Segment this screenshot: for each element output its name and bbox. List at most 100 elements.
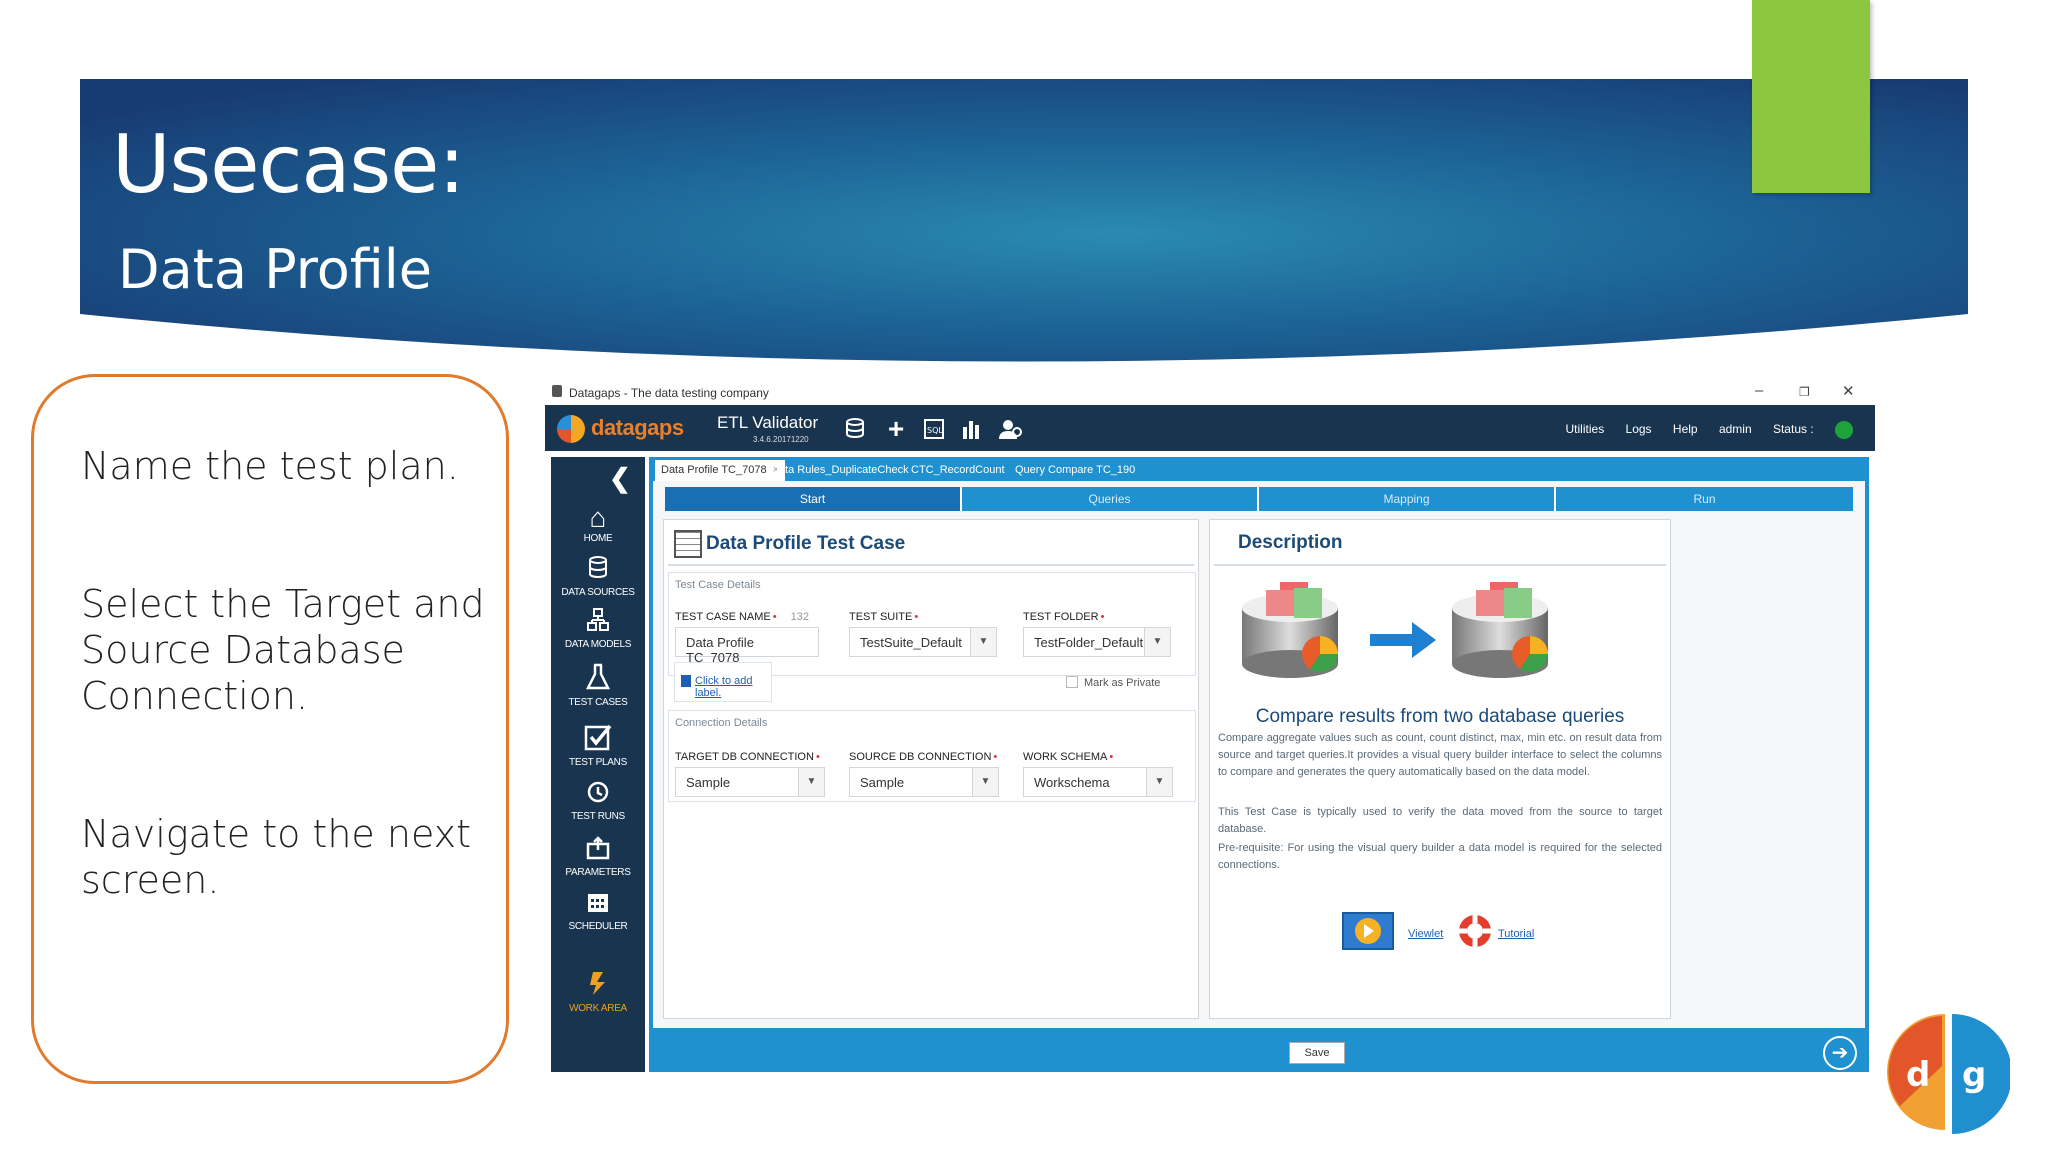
- window-title: Datagaps - The data testing company: [569, 386, 769, 400]
- test-suite-label: TEST SUITE •: [849, 611, 919, 623]
- slide-title: Usecase:: [112, 118, 465, 211]
- save-button[interactable]: Save: [1289, 1042, 1345, 1064]
- test-folder-select[interactable]: TestFolder_Default ▼: [1023, 627, 1171, 657]
- chevron-down-icon: ▼: [1144, 628, 1170, 656]
- step-queries[interactable]: Queries: [962, 487, 1259, 511]
- viewlet-link[interactable]: Viewlet: [1408, 928, 1443, 940]
- main-area: Data Profile TC_7078 × Data Rules_Duplica…: [649, 457, 1869, 1072]
- chevron-down-icon: ▼: [970, 628, 996, 656]
- mark-private-label: Mark as Private: [1084, 677, 1161, 689]
- product-version: 3.4.6.20171220: [753, 435, 809, 444]
- wizard-steps: Start Queries Mapping Run: [665, 487, 1853, 511]
- plus-icon[interactable]: +: [883, 415, 909, 443]
- sql-icon[interactable]: SQL: [921, 417, 947, 441]
- etl-validator-window: Datagaps - The data testing company – ❐ …: [545, 379, 1875, 1072]
- chevron-down-icon: ▼: [972, 768, 998, 796]
- viewlet-play-icon[interactable]: [1342, 912, 1394, 950]
- home-icon: ⌂: [589, 502, 607, 533]
- sidebar-item-test-plans[interactable]: TEST PLANS: [551, 723, 645, 768]
- description-heading: Description: [1238, 532, 1343, 553]
- table-icon: [674, 530, 702, 558]
- sidebar-item-parameters[interactable]: PARAMETERS: [551, 835, 645, 878]
- svg-text:SQL: SQL: [927, 426, 943, 435]
- sidebar-item-test-cases[interactable]: TEST CASES: [551, 663, 645, 708]
- step-run[interactable]: Run: [1556, 487, 1853, 511]
- user-menu[interactable]: admin: [1719, 422, 1752, 436]
- target-db-label: TARGET DB CONNECTION •: [675, 751, 820, 763]
- test-folder-label: TEST FOLDER •: [1023, 611, 1105, 623]
- product-name: ETL Validator: [717, 413, 819, 432]
- parameters-icon: [551, 835, 645, 867]
- datagaps-brand-logo: d g: [1887, 1014, 2010, 1134]
- svg-text:d: d: [1906, 1055, 1930, 1095]
- sidebar-item-scheduler[interactable]: SCHEDULER: [551, 889, 645, 932]
- app-icon: [552, 385, 562, 397]
- checkbox-icon: [551, 723, 645, 757]
- help-link[interactable]: Help: [1673, 422, 1698, 436]
- brand-logo: datagaps: [591, 415, 684, 440]
- collapse-sidebar-icon[interactable]: ❮: [609, 463, 631, 494]
- minimize-button[interactable]: –: [1755, 382, 1763, 399]
- workarea-icon: [551, 969, 645, 1003]
- model-icon: [551, 607, 645, 639]
- step-mapping[interactable]: Mapping: [1259, 487, 1556, 511]
- logs-link[interactable]: Logs: [1626, 422, 1652, 436]
- slide-subtitle: Data Profile: [118, 238, 433, 301]
- description-paragraph-3: Pre-requisite: For using the visual quer…: [1218, 842, 1662, 871]
- test-case-name-label: TEST CASE NAME • 132: [675, 611, 809, 623]
- sidebar-item-data-sources[interactable]: DATA SOURCES: [551, 555, 645, 598]
- tag-icon: [681, 675, 691, 687]
- connection-details: Connection Details TARGET DB CONNECTION •…: [668, 710, 1196, 802]
- work-schema-label: WORK SCHEMA •: [1023, 751, 1114, 763]
- header-links: Utilities Logs Help admin Status :: [1548, 421, 1853, 439]
- description-subtitle: Compare results from two database querie…: [1255, 706, 1625, 727]
- work-schema-select[interactable]: Workschema ▼: [1023, 767, 1173, 797]
- instruction-2: Select the Target and Source Database Co…: [81, 582, 485, 718]
- description-paragraph-1: Compare aggregate values such as count, …: [1218, 732, 1662, 778]
- tab-data-rules[interactable]: Data Rules_DuplicateCheck: [765, 460, 915, 481]
- source-db-select[interactable]: Sample ▼: [849, 767, 999, 797]
- instructions-callout: Name the test plan. Select the Target an…: [31, 374, 509, 1084]
- sidebar-item-home[interactable]: ⌂ HOME: [551, 502, 645, 545]
- status-indicator: [1835, 421, 1853, 439]
- instruction-3: Navigate to the next screen.: [81, 812, 472, 902]
- description-paragraph-2: This Test Case is typically used to veri…: [1218, 806, 1662, 835]
- test-suite-select[interactable]: TestSuite_Default ▼: [849, 627, 997, 657]
- database-icon[interactable]: [843, 417, 869, 441]
- restore-button[interactable]: ❐: [1799, 385, 1810, 399]
- mark-private-checkbox[interactable]: [1066, 676, 1078, 688]
- calendar-icon: [551, 889, 645, 921]
- datagaps-logo-icon: [557, 415, 585, 443]
- tab-ctc-recordcount[interactable]: CTC_RecordCount: [905, 460, 1011, 481]
- lifebuoy-icon[interactable]: [1456, 912, 1494, 955]
- database-icon: [551, 555, 645, 587]
- sidebar-item-work-area[interactable]: WORK AREA: [551, 969, 645, 1014]
- slide: Usecase: Data Profile Name the test plan…: [0, 0, 2048, 1152]
- test-case-name-input[interactable]: Data Profile TC_7078: [675, 627, 819, 665]
- history-icon: [551, 779, 645, 811]
- step-start[interactable]: Start: [665, 487, 962, 511]
- sidebar-item-test-runs[interactable]: TEST RUNS: [551, 779, 645, 822]
- chart-icon[interactable]: [959, 417, 985, 441]
- chevron-down-icon: ▼: [1146, 768, 1172, 796]
- accent-tab: [1752, 0, 1870, 193]
- add-label-link[interactable]: Click to add label.: [695, 675, 771, 699]
- tab-query-compare[interactable]: Query Compare TC_190: [1009, 460, 1141, 481]
- utilities-link[interactable]: Utilities: [1566, 422, 1605, 436]
- target-db-select[interactable]: Sample ▼: [675, 767, 825, 797]
- test-case-panel: Data Profile Test Case Test Case Details…: [663, 519, 1199, 1019]
- flask-icon: [551, 663, 645, 697]
- database-compare-illustration: [1242, 582, 1548, 678]
- close-button[interactable]: ✕: [1842, 382, 1855, 400]
- sidebar-item-data-models[interactable]: DATA MODELS: [551, 607, 645, 650]
- status-label: Status :: [1772, 422, 1814, 437]
- instruction-1: Name the test plan.: [81, 444, 459, 488]
- document-tabs: Data Profile TC_7078 × Data Rules_Duplica…: [653, 457, 1865, 481]
- tutorial-link[interactable]: Tutorial: [1498, 928, 1534, 940]
- app-header: datagaps ETL Validator 3.4.6.20171220 + …: [545, 405, 1875, 451]
- window-titlebar: Datagaps - The data testing company – ❐ …: [545, 379, 1875, 405]
- chevron-down-icon: ▼: [798, 768, 824, 796]
- next-arrow-icon[interactable]: ➔: [1823, 1036, 1857, 1070]
- user-icon[interactable]: [997, 417, 1023, 441]
- label-box: Click to add label.: [674, 662, 772, 702]
